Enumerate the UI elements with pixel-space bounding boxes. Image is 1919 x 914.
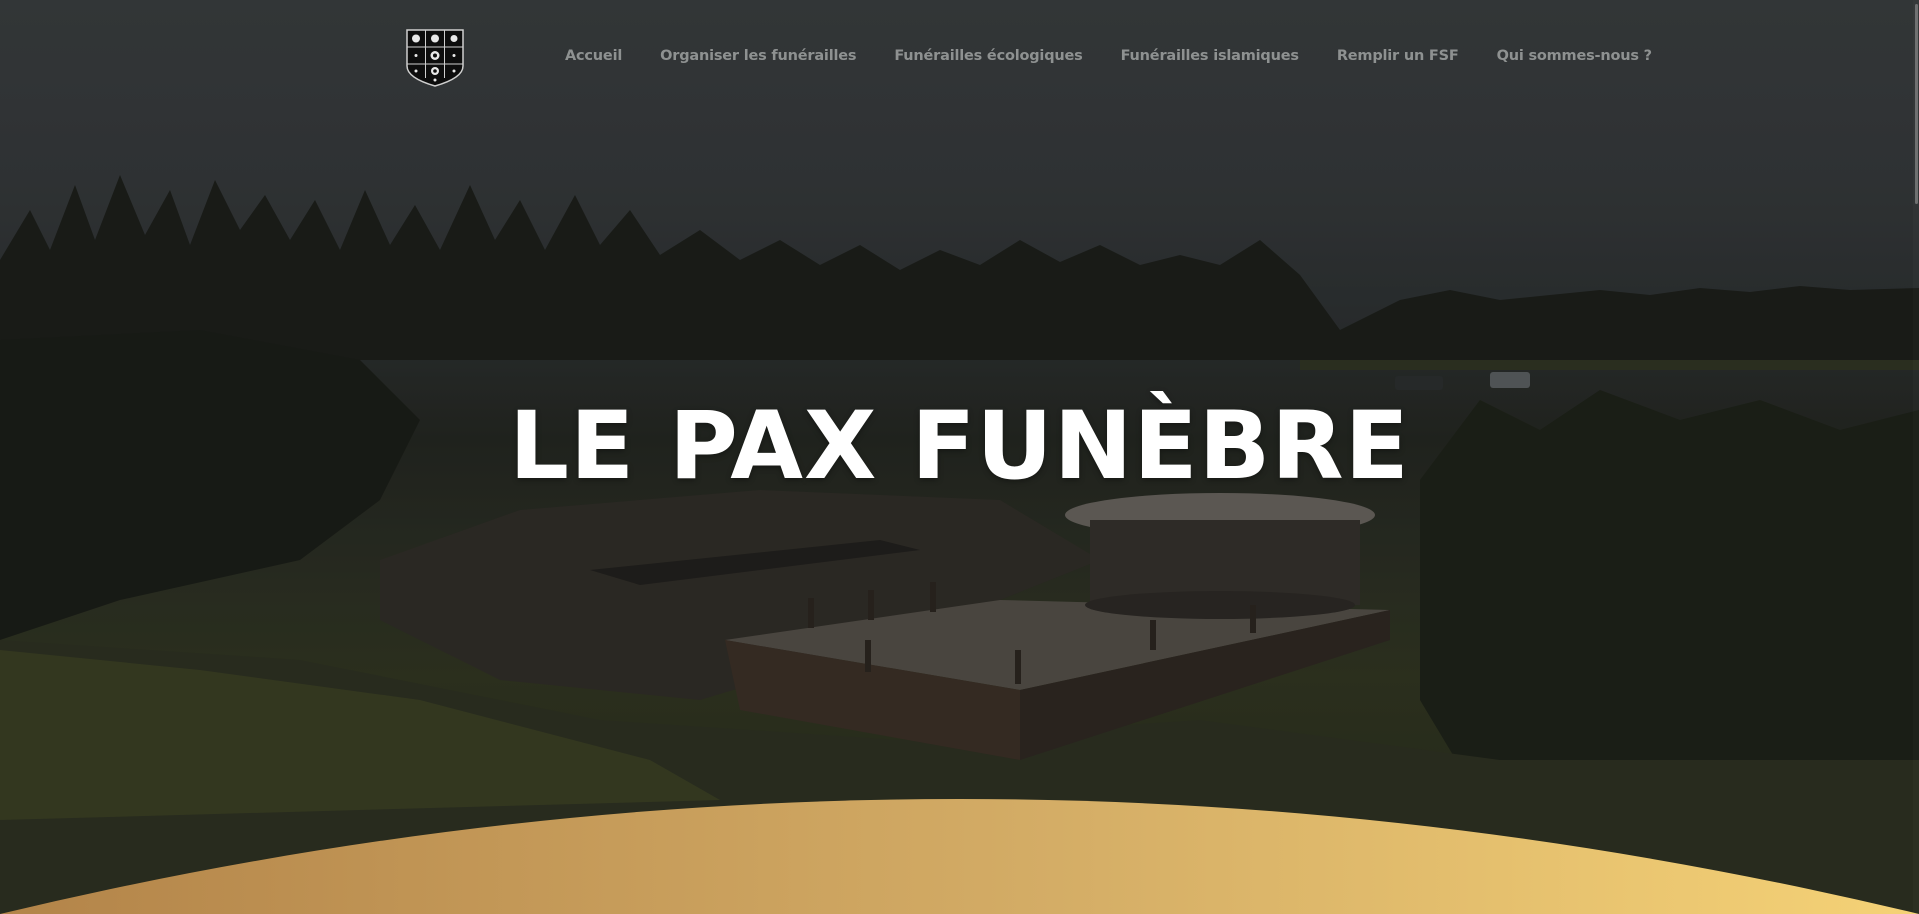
hero-title: LE PAX FUNÈBRE [509, 392, 1410, 501]
site-header: Accueil Organiser les funérailles Funéra… [0, 0, 1919, 115]
nav-item-organiser-funerailles[interactable]: Organiser les funérailles [660, 48, 856, 64]
page-scrollbar[interactable] [1913, 0, 1919, 914]
nav-item-remplir-fsf[interactable]: Remplir un FSF [1337, 48, 1459, 64]
nav-item-qui-sommes-nous[interactable]: Qui sommes-nous ? [1497, 48, 1652, 64]
page: Accueil Organiser les funérailles Funéra… [0, 0, 1919, 914]
scrollbar-thumb[interactable] [1915, 4, 1918, 204]
gold-arc-divider [0, 799, 1919, 914]
crest-logo-icon[interactable] [405, 28, 465, 88]
nav-item-funerailles-ecologiques[interactable]: Funérailles écologiques [894, 48, 1082, 64]
main-nav: Accueil Organiser les funérailles Funéra… [565, 48, 1652, 64]
nav-item-funerailles-islamiques[interactable]: Funérailles islamiques [1121, 48, 1299, 64]
nav-item-accueil[interactable]: Accueil [565, 48, 622, 64]
